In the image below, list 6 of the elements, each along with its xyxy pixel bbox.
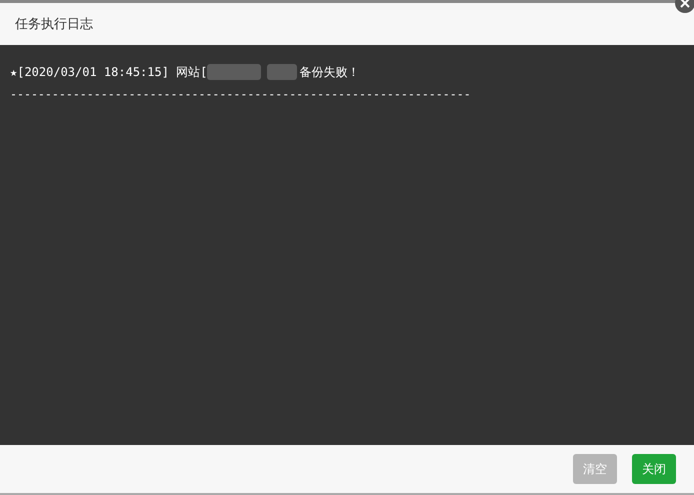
dialog-title: 任务执行日志: [15, 16, 93, 33]
dialog-button[interactable]: 关闭: [632, 454, 676, 484]
log-text: ★[2020/03/01 18:45:15] 网站[: [10, 64, 208, 80]
log-separator: ------------------------------------------------------------------: [10, 87, 472, 101]
close-icon[interactable]: [674, 0, 694, 14]
log-text: 备份失败！: [299, 64, 360, 80]
